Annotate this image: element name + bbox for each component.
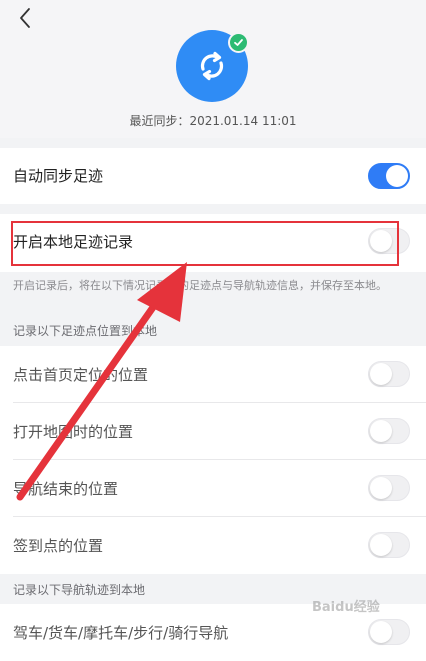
point-item-label: 导航结束的位置 [13, 480, 119, 498]
last-sync-time: 最近同步：2021.01.14 11:01 [129, 114, 297, 128]
section-points-title: 记录以下足迹点位置到本地 [13, 324, 158, 338]
highlight-box [11, 221, 399, 266]
sync-icon [200, 51, 224, 81]
point-item-home-location[interactable]: 点击首页定位的位置 [0, 346, 426, 403]
point-item-checkin[interactable]: 签到点的位置 [0, 517, 426, 574]
point-item-toggle[interactable] [368, 418, 410, 444]
point-item-label: 签到点的位置 [13, 537, 104, 555]
auto-sync-toggle[interactable] [368, 163, 410, 189]
sync-header: 最近同步：2021.01.14 11:01 [0, 0, 426, 138]
auto-sync-row[interactable]: 自动同步足迹 [0, 148, 426, 204]
track-item-toggle[interactable] [368, 619, 410, 645]
local-record-note: 开启记录后，将在以下情况记录您的足迹点与导航轨迹信息，并保存至本地。 [13, 279, 387, 292]
point-item-open-map[interactable]: 打开地图时的位置 [0, 403, 426, 460]
point-item-label: 打开地图时的位置 [13, 423, 134, 441]
point-item-toggle[interactable] [368, 532, 410, 558]
point-item-toggle[interactable] [368, 475, 410, 501]
auto-sync-label: 自动同步足迹 [13, 167, 104, 185]
point-item-toggle[interactable] [368, 361, 410, 387]
watermark: Baidu经验 [312, 600, 380, 615]
section-tracks-title: 记录以下导航轨迹到本地 [13, 583, 146, 597]
point-item-label: 点击首页定位的位置 [13, 366, 149, 384]
check-badge-icon [228, 32, 249, 53]
chevron-left-icon[interactable] [14, 6, 38, 30]
point-item-nav-end[interactable]: 导航结束的位置 [0, 460, 426, 517]
